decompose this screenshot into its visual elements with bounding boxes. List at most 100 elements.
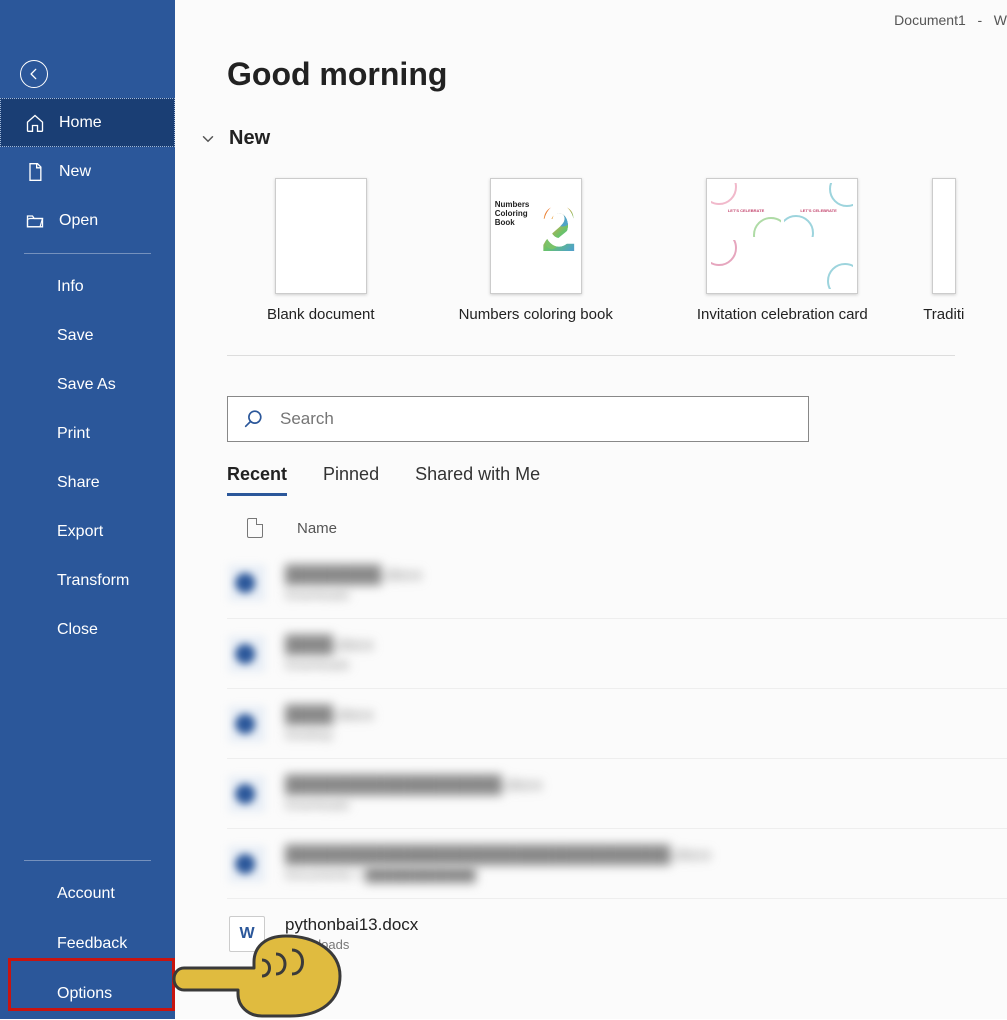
- file-row[interactable]: ████████████████████████████████.docx Doc…: [227, 828, 1007, 898]
- word-file-icon: [229, 776, 265, 812]
- sidebar-item-close[interactable]: Close: [0, 605, 175, 654]
- chevron-down-icon: [199, 130, 217, 148]
- file-row[interactable]: ████.docx Downloads: [227, 618, 1007, 688]
- file-name: ████████.docx: [285, 565, 422, 585]
- sidebar-bottom-group: Account Feedback Options: [0, 869, 175, 1019]
- word-file-icon: [229, 565, 265, 601]
- file-location: Downloads: [285, 937, 418, 952]
- app-name: W: [994, 12, 1007, 28]
- sidebar-item-label: Export: [57, 523, 103, 541]
- new-section-label: New: [229, 127, 270, 150]
- template-thumb-text: LET'S CELEBRATE: [800, 208, 836, 213]
- file-row[interactable]: ████.docx Desktop: [227, 688, 1007, 758]
- sidebar-item-new[interactable]: New: [0, 147, 175, 196]
- recent-tabs: Recent Pinned Shared with Me: [175, 442, 1007, 496]
- sidebar-item-label: Open: [59, 212, 98, 230]
- file-location: Downloads: [285, 797, 542, 812]
- titlebar-sep: -: [977, 12, 982, 28]
- file-name: ████.docx: [285, 635, 374, 655]
- file-name: ████████████████████████████████.docx: [285, 845, 711, 865]
- search-box[interactable]: [227, 396, 809, 442]
- file-list-header[interactable]: Name: [175, 496, 1007, 538]
- template-label: Invitation celebration card: [697, 306, 868, 323]
- sidebar-separator: [24, 253, 151, 254]
- sidebar-item-label: Feedback: [57, 935, 127, 953]
- sidebar-item-label: Save As: [57, 376, 116, 394]
- template-label: Numbers coloring book: [459, 306, 613, 323]
- tab-label: Recent: [227, 464, 287, 484]
- file-row[interactable]: pythonbai13.docx Downloads: [227, 898, 1007, 968]
- file-row[interactable]: ██████████████████.docx Downloads: [227, 758, 1007, 828]
- sidebar-item-label: Account: [57, 885, 115, 903]
- sidebar-item-export[interactable]: Export: [0, 507, 175, 556]
- sidebar-item-account[interactable]: Account: [0, 869, 175, 919]
- column-name: Name: [297, 520, 337, 537]
- template-traditional[interactable]: Traditi: [932, 178, 956, 323]
- file-name: ██████████████████.docx: [285, 775, 542, 795]
- word-file-icon: [229, 706, 265, 742]
- tab-label: Shared with Me: [415, 464, 540, 484]
- divider: [227, 355, 955, 356]
- template-thumb: [932, 178, 956, 294]
- template-thumb-text: Numbers Coloring Book: [495, 201, 537, 227]
- titlebar: Document1 - W: [894, 0, 1007, 40]
- file-location: Documents » ████████████: [285, 867, 711, 882]
- sidebar-secondary-group: Info Save Save As Print Share Export Tra…: [0, 262, 175, 654]
- template-numbers-coloring-book[interactable]: Numbers Coloring Book Numbers coloring b…: [459, 178, 613, 323]
- sidebar-item-label: Close: [57, 621, 98, 639]
- sidebar-item-label: Options: [57, 985, 112, 1003]
- sidebar-item-share[interactable]: Share: [0, 458, 175, 507]
- sidebar-item-label: Home: [59, 114, 102, 132]
- template-thumb: LET'S CELEBRATE LET'S CELEBRATE: [706, 178, 858, 294]
- file-row[interactable]: ████████.docx Downloads: [227, 548, 1007, 618]
- sidebar-item-label: New: [59, 163, 91, 181]
- file-location: Downloads: [285, 587, 422, 602]
- sidebar-item-save-as[interactable]: Save As: [0, 360, 175, 409]
- backstage-sidebar: Home New Open Info Save Save As Print Sh…: [0, 0, 175, 1019]
- new-section-header[interactable]: New: [175, 93, 1007, 150]
- arrow-left-icon: [27, 67, 41, 81]
- back-button[interactable]: [20, 60, 48, 88]
- tab-label: Pinned: [323, 464, 379, 484]
- file-location: Desktop: [285, 727, 374, 742]
- word-file-icon: [229, 916, 265, 952]
- home-icon: [25, 113, 45, 133]
- sidebar-item-label: Share: [57, 474, 100, 492]
- template-label: Blank document: [267, 306, 375, 323]
- template-label: Traditi: [923, 306, 964, 323]
- tab-shared-with-me[interactable]: Shared with Me: [415, 464, 540, 496]
- document-icon: [247, 518, 263, 538]
- sidebar-item-print[interactable]: Print: [0, 409, 175, 458]
- sidebar-item-open[interactable]: Open: [0, 196, 175, 245]
- sidebar-item-feedback[interactable]: Feedback: [0, 919, 175, 969]
- template-blank-document[interactable]: Blank document: [267, 178, 375, 323]
- sidebar-item-save[interactable]: Save: [0, 311, 175, 360]
- sidebar-separator: [24, 860, 151, 861]
- sidebar-item-home[interactable]: Home: [0, 98, 175, 147]
- sidebar-item-label: Print: [57, 425, 90, 443]
- template-thumb: [275, 178, 367, 294]
- file-location: Downloads: [285, 657, 374, 672]
- sidebar-item-info[interactable]: Info: [0, 262, 175, 311]
- file-name: ████.docx: [285, 705, 374, 725]
- template-invitation-card[interactable]: LET'S CELEBRATE LET'S CELEBRATE Invitati…: [697, 178, 868, 323]
- open-folder-icon: [25, 211, 45, 231]
- sidebar-item-transform[interactable]: Transform: [0, 556, 175, 605]
- tab-pinned[interactable]: Pinned: [323, 464, 379, 496]
- search-input[interactable]: [280, 409, 794, 429]
- search-icon: [242, 408, 264, 430]
- sidebar-item-options[interactable]: Options: [0, 969, 175, 1019]
- main-pane: Document1 - W Good morning New Blank doc…: [175, 0, 1007, 1019]
- greeting-heading: Good morning: [175, 0, 1007, 93]
- template-thumb-text: LET'S CELEBRATE: [728, 208, 764, 213]
- document-name: Document1: [894, 12, 966, 28]
- tab-recent[interactable]: Recent: [227, 464, 287, 496]
- new-doc-icon: [25, 162, 45, 182]
- recent-files-list: ████████.docx Downloads ████.docx Download…: [175, 538, 1007, 968]
- sidebar-item-label: Save: [57, 327, 93, 345]
- template-thumb-graphic: [541, 201, 577, 271]
- sidebar-item-label: Info: [57, 278, 84, 296]
- file-name: pythonbai13.docx: [285, 915, 418, 935]
- sidebar-primary-group: Home New Open: [0, 98, 175, 245]
- sidebar-item-label: Transform: [57, 572, 129, 590]
